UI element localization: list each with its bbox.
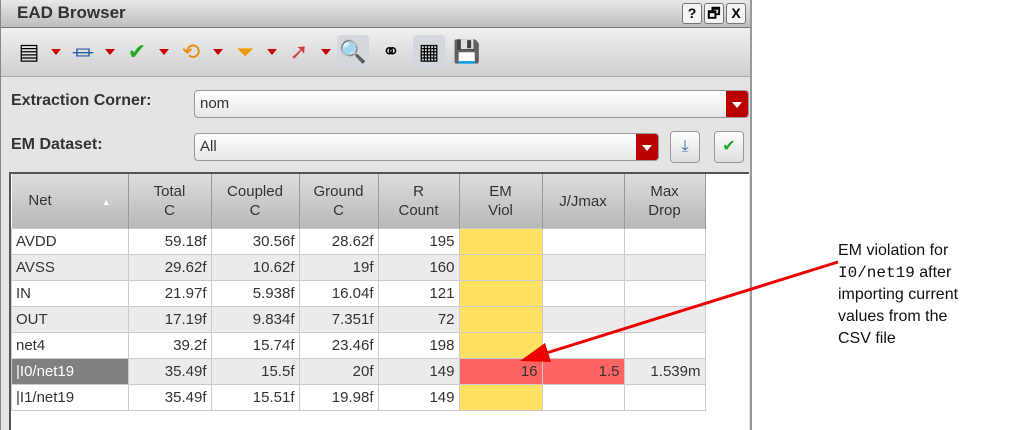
annotation-line: EM violation for <box>838 242 949 259</box>
annotation-arrow <box>520 260 839 362</box>
annotation-text: EM violation for I0/net19 after importin… <box>838 240 958 350</box>
annotation-code: I0/net19 <box>838 264 915 282</box>
annotation-line: CSV file <box>838 330 896 347</box>
annotation-line: values from the <box>838 308 948 325</box>
annotation-line: importing current <box>838 286 959 303</box>
annotation-line: after <box>914 264 952 281</box>
